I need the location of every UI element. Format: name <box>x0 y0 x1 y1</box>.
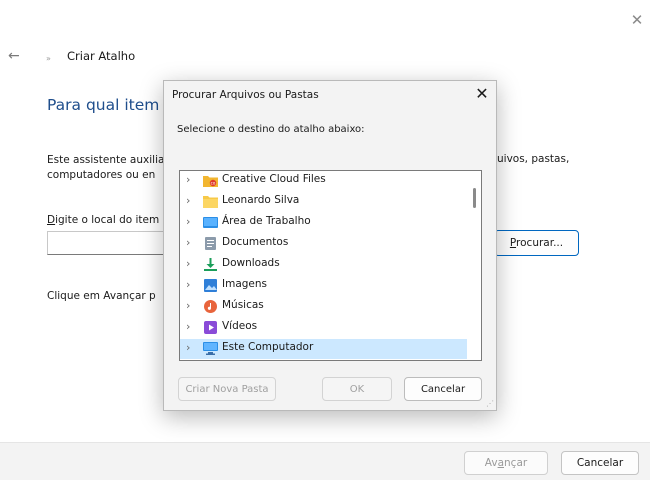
tree-item-label: Vídeos <box>222 320 258 332</box>
browse-button[interactable]: Procurar... <box>494 230 579 256</box>
pictures-icon <box>204 279 217 292</box>
folder-tree[interactable]: › co Creative Cloud Files › Leonardo Sil… <box>179 170 482 361</box>
wizard-title: Criar Atalho <box>67 49 136 63</box>
location-input[interactable] <box>47 231 165 255</box>
user-folder-icon <box>203 196 218 208</box>
shortcut-app-icon: » <box>46 54 51 63</box>
location-label-accesskey: D <box>47 214 56 226</box>
chevron-right-icon[interactable]: › <box>186 278 190 291</box>
tree-item-documents[interactable]: › Documentos <box>180 234 467 254</box>
wizard-cancel-button[interactable]: Cancelar <box>561 451 639 475</box>
next-label-a: Av <box>484 457 498 469</box>
location-label: Digite o local do item <box>47 214 159 226</box>
tree-item-creative-cloud[interactable]: › co Creative Cloud Files <box>180 171 467 191</box>
wizard-close-icon[interactable]: ✕ <box>627 10 647 30</box>
chevron-right-icon[interactable]: › <box>186 299 190 312</box>
videos-icon <box>204 321 217 334</box>
music-icon <box>204 300 217 313</box>
next-hint: Clique em Avançar p <box>47 290 156 302</box>
dialog-close-icon[interactable]: ✕ <box>470 83 494 105</box>
tree-item-user[interactable]: › Leonardo Silva <box>180 192 467 212</box>
chevron-right-icon[interactable]: › <box>186 320 190 333</box>
tree-item-label: Imagens <box>222 278 268 290</box>
tree-item-label: Leonardo Silva <box>222 194 300 206</box>
resize-grip-icon[interactable]: ⋰ <box>486 399 494 408</box>
wizard-heading: Para qual item v <box>47 96 174 114</box>
tree-item-videos[interactable]: › Vídeos <box>180 318 467 338</box>
tree-item-label: Documentos <box>222 236 289 248</box>
chevron-right-icon[interactable]: › <box>186 257 190 270</box>
tree-item-this-pc[interactable]: › Este Computador <box>180 339 467 359</box>
download-icon <box>204 258 217 271</box>
ok-button[interactable]: OK <box>322 377 392 401</box>
location-label-text: igite o local do item <box>55 214 160 226</box>
dialog-title: Procurar Arquivos ou Pastas <box>172 89 319 101</box>
tree-item-desktop[interactable]: › Área de Trabalho <box>180 213 467 233</box>
wizard-description-tail: uivos, pastas, <box>497 153 570 165</box>
chevron-right-icon[interactable]: › <box>186 173 190 186</box>
chevron-right-icon[interactable]: › <box>186 215 190 228</box>
computer-icon <box>203 342 218 355</box>
next-button[interactable]: Avançar <box>464 451 548 475</box>
svg-text:co: co <box>211 181 216 186</box>
browse-dialog: Procurar Arquivos ou Pastas ✕ Selecione … <box>163 80 497 411</box>
wizard-footer <box>0 442 650 480</box>
tree-scrollbar-thumb[interactable] <box>473 188 476 208</box>
back-arrow-icon[interactable]: ← <box>8 48 20 64</box>
tree-item-music[interactable]: › Músicas <box>180 297 467 317</box>
tree-item-label: Downloads <box>222 257 280 269</box>
tree-item-pictures[interactable]: › Imagens <box>180 276 467 296</box>
dialog-cancel-button[interactable]: Cancelar <box>404 377 482 401</box>
chevron-right-icon[interactable]: › <box>186 236 190 249</box>
documents-icon <box>205 237 216 250</box>
tree-item-label: Área de Trabalho <box>222 215 311 227</box>
tree-item-downloads[interactable]: › Downloads <box>180 255 467 275</box>
chevron-right-icon[interactable]: › <box>186 341 190 354</box>
tree-item-label: Creative Cloud Files <box>222 173 326 185</box>
browse-label: rocurar... <box>516 237 564 249</box>
creative-cloud-folder-icon: co <box>203 176 218 187</box>
chevron-right-icon[interactable]: › <box>186 194 190 207</box>
desktop-icon <box>203 217 218 228</box>
new-folder-button[interactable]: Criar Nova Pasta <box>178 377 276 401</box>
dialog-instruction: Selecione o destino do atalho abaixo: <box>177 124 365 135</box>
tree-item-label: Este Computador <box>222 341 314 353</box>
next-label-b: nçar <box>504 457 528 469</box>
tree-item-label: Músicas <box>222 299 264 311</box>
